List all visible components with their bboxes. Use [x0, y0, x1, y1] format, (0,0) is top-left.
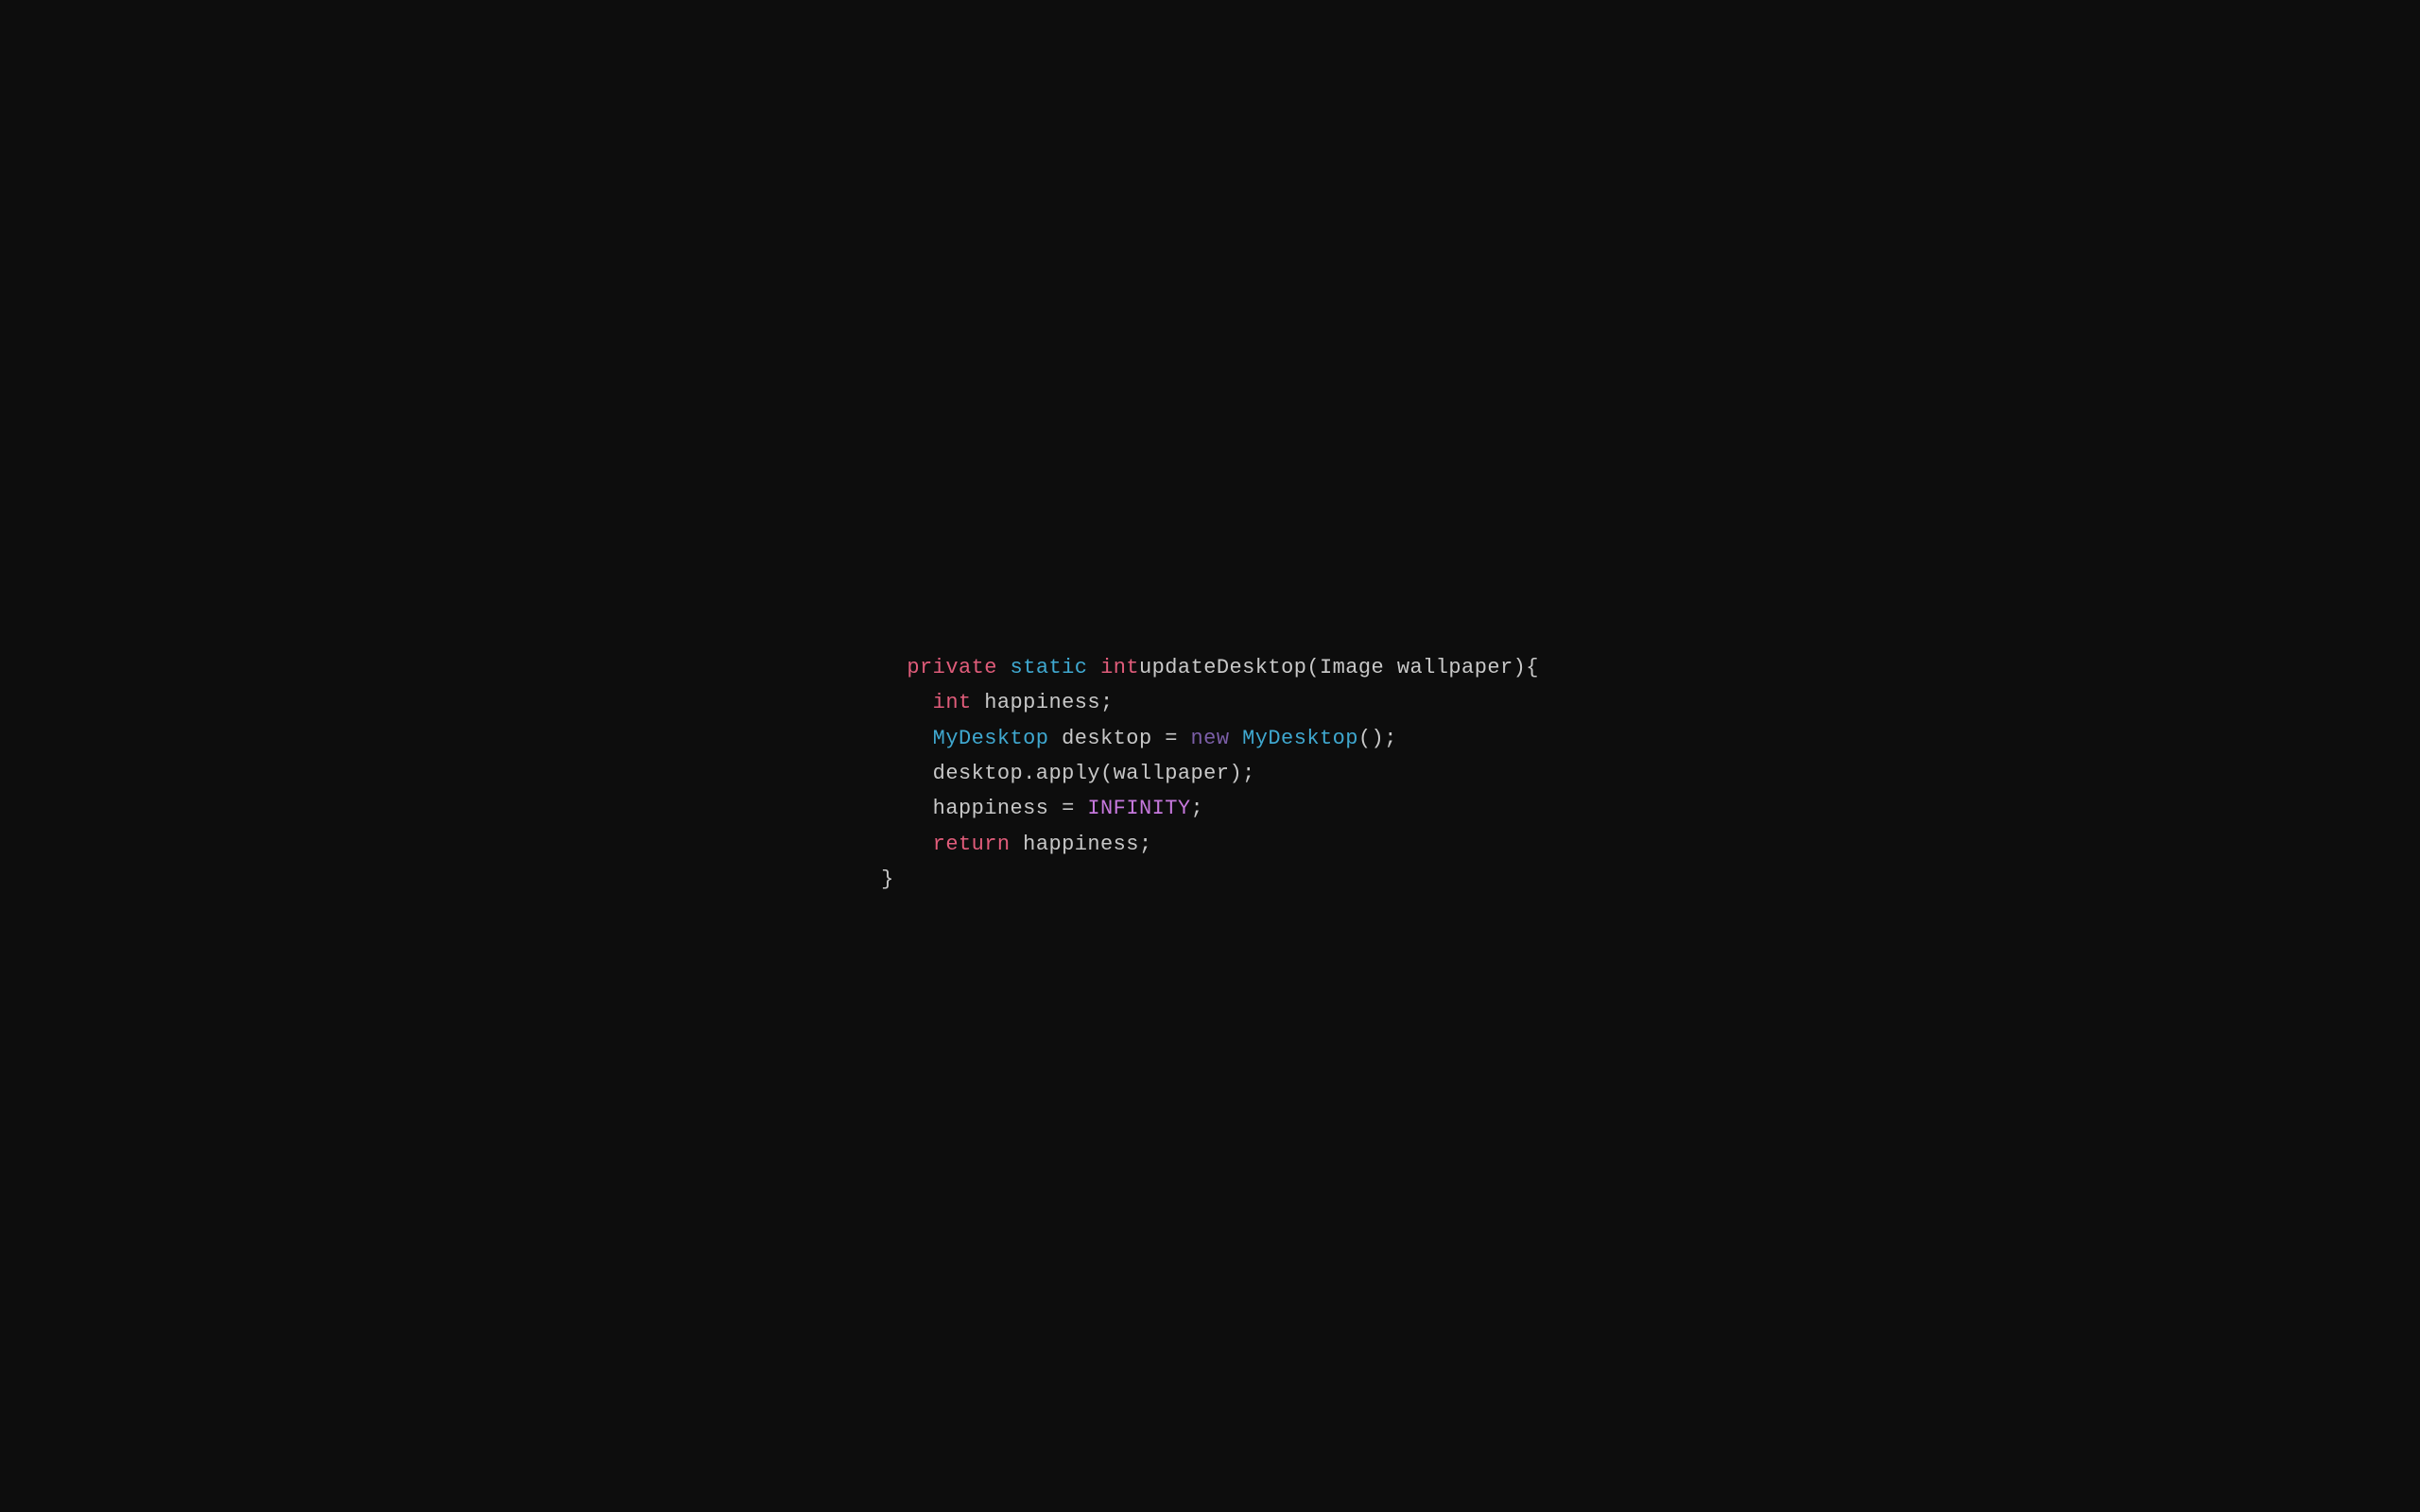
class-mydesktop2: MyDesktop [1242, 727, 1358, 750]
indent-2 [881, 691, 933, 714]
line3-rest2: (); [1358, 727, 1397, 750]
class-mydesktop1: MyDesktop [933, 727, 1049, 750]
line-2: int happiness; [881, 691, 1114, 714]
indent-6 [881, 833, 933, 856]
line-3: MyDesktop desktop = new MyDesktop(); [881, 727, 1397, 750]
indent-3 [881, 727, 933, 750]
line5-rest2: ; [1191, 797, 1204, 820]
keyword-private: private [907, 656, 997, 679]
keyword-new: new [1191, 727, 1230, 750]
keyword-static: static [1011, 656, 1088, 679]
line-5: happiness = INFINITY; [881, 797, 1203, 820]
line5-rest1: happiness = [933, 797, 1088, 820]
constant-infinity: INFINITY [1087, 797, 1190, 820]
closing-brace: } [881, 868, 894, 891]
keyword-int-line1: int [1100, 656, 1139, 679]
code-display: private static intupdateDesktop(Image wa… [881, 614, 1539, 897]
space [997, 656, 1011, 679]
keyword-return: return [933, 833, 1011, 856]
space-3 [1229, 727, 1242, 750]
line-6: return happiness; [881, 833, 1152, 856]
line-4: desktop.apply(wallpaper); [881, 762, 1255, 785]
keyword-int-line2: int [933, 691, 972, 714]
line1-rest: updateDesktop(Image wallpaper){ [1139, 656, 1539, 679]
line-1: private static intupdateDesktop(Image wa… [907, 656, 1539, 679]
line4-rest: desktop.apply(wallpaper); [933, 762, 1255, 785]
line6-rest: happiness; [1011, 833, 1152, 856]
line3-rest1: desktop = [1048, 727, 1190, 750]
line2-rest: happiness; [972, 691, 1114, 714]
line-7: } [881, 868, 894, 891]
indent-5 [881, 797, 933, 820]
indent-4 [881, 762, 933, 785]
space [1087, 656, 1100, 679]
